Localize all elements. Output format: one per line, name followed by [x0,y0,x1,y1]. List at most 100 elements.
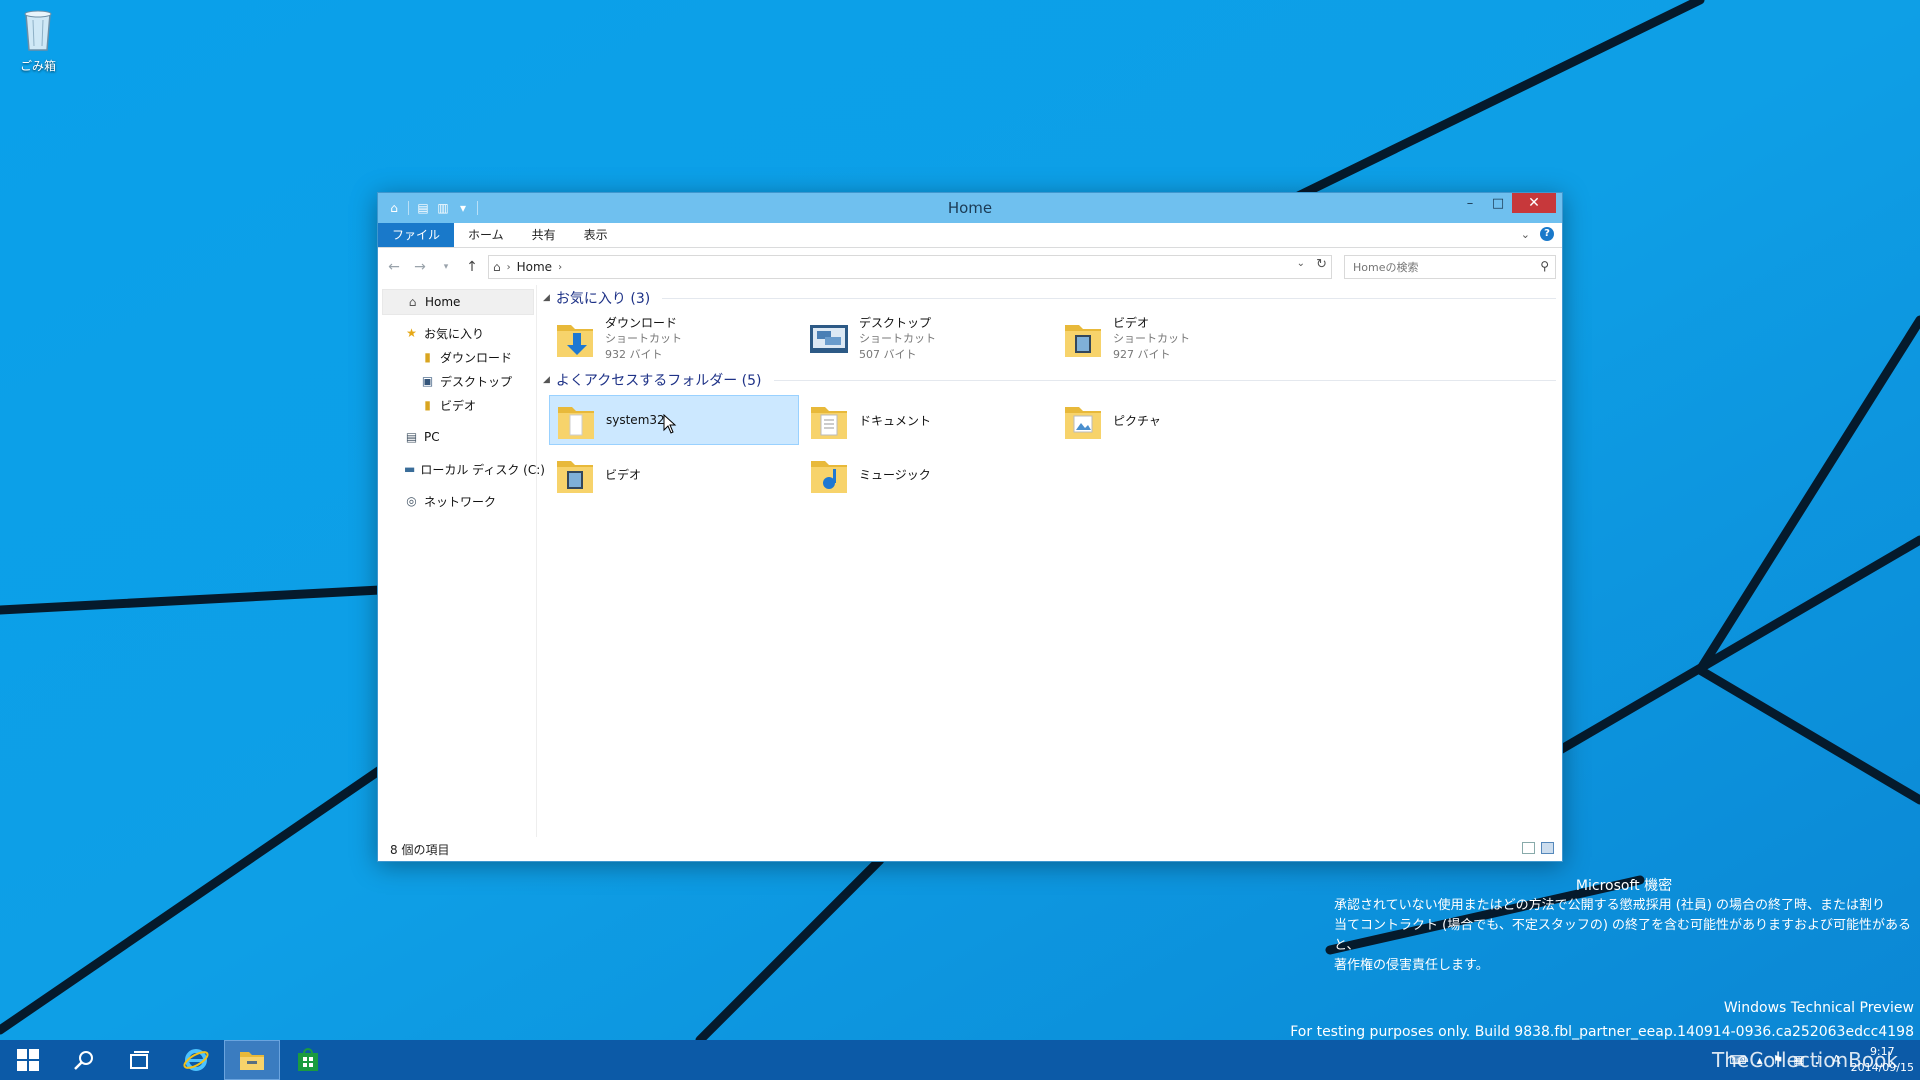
up-button[interactable]: ↑ [462,257,482,277]
tile-desktop[interactable]: デスクトップ ショートカット 507 バイト [803,313,1053,363]
quick-access-toolbar: ⌂ ▤ ▥ ▾ [378,193,480,223]
details-view-icon[interactable] [1522,842,1535,854]
minimize-button[interactable]: – [1456,193,1484,213]
properties-icon[interactable]: ▤ [415,200,431,216]
breadcrumb-chevron-icon[interactable]: › [507,262,511,273]
recycle-bin[interactable]: ごみ箱 [12,6,64,74]
forward-button[interactable]: → [410,257,430,277]
group-divider [662,297,1556,299]
view-toggles [1522,842,1554,854]
tile-name: ミュージック [859,467,931,482]
nav-item-pc[interactable]: ▤ PC [378,425,536,449]
tile-music[interactable]: ミュージック [803,449,1053,499]
search-input[interactable] [1351,259,1515,275]
tile-name: system32 [606,413,665,427]
window-title: Home [947,199,993,217]
help-icon[interactable]: ? [1540,227,1554,241]
refresh-icon[interactable]: ↻ [1316,257,1327,272]
windows-logo-icon [17,1049,39,1071]
qat-separator [477,201,478,215]
search-icon[interactable]: ⚲ [1540,259,1549,273]
content-pane: ◢ お気に入り (3) ダウンロード ショートカット 932 バイト デスクトッ… [543,285,1556,837]
watermark-logo: TheCollectionBook [1712,1048,1898,1072]
breadcrumb-chevron-icon[interactable]: › [558,262,562,273]
group-title: お気に入り (3) [555,291,651,307]
tile-size: 932 バイト [605,347,663,361]
location-home-icon: ⌂ [493,260,501,274]
star-icon: ★ [406,326,417,340]
nav-item-favorites[interactable]: ★ お気に入り [378,321,536,345]
tab-view[interactable]: 表示 [570,223,622,247]
confidential-title: Microsoft 機密 [1575,878,1673,894]
expand-ribbon-icon[interactable]: ⌄ [1521,228,1530,241]
search-button[interactable] [56,1040,112,1080]
large-icons-view-icon[interactable] [1541,842,1554,854]
item-count: 8 個の項目 [390,842,450,857]
tile-videos-favorite[interactable]: ビデオ ショートカット 927 バイト [1057,313,1307,363]
start-button[interactable] [0,1040,56,1080]
recent-locations-icon[interactable]: ▾ [436,257,456,277]
nav-item-downloads[interactable]: ▮ ダウンロード [378,345,536,369]
collapse-icon[interactable]: ◢ [543,293,550,303]
nav-item-network[interactable]: ◎ ネットワーク [378,489,536,513]
address-dropdown-icon[interactable]: ⌄ [1297,258,1305,269]
videos-folder-icon [1063,317,1103,359]
search-box[interactable]: ⚲ [1344,255,1556,279]
tile-name: ドキュメント [859,413,932,428]
group-favorites-header[interactable]: ◢ お気に入り (3) [543,287,1556,309]
nav-item-videos[interactable]: ▮ ビデオ [378,393,536,417]
title-bar[interactable]: ⌂ ▤ ▥ ▾ Home – □ ✕ [378,193,1562,223]
music-folder-icon [809,453,849,495]
downloads-folder-icon: ▮ [424,350,431,364]
close-button[interactable]: ✕ [1512,193,1556,213]
qat-dropdown-icon[interactable]: ▾ [455,200,471,216]
nav-item-label: ローカル ディスク (C:) [420,462,545,477]
tile-documents[interactable]: ドキュメント [803,395,1053,445]
tile-name: ダウンロード [605,315,678,330]
group-title: よくアクセスするフォルダー (5) [555,373,762,389]
home-icon[interactable]: ⌂ [386,200,402,216]
internet-explorer-icon [183,1049,209,1071]
file-explorer-button[interactable] [224,1040,280,1080]
desktop-icon: ▣ [421,374,434,388]
nav-item-home[interactable]: ⌂ Home [382,289,534,315]
nav-item-label: PC [424,430,440,444]
videos-folder-icon [555,453,595,495]
tile-pictures[interactable]: ピクチャ [1057,395,1307,445]
address-bar[interactable]: ⌂ › Home › ⌄ ↻ [488,255,1332,279]
tile-downloads[interactable]: ダウンロード ショートカット 932 バイト [549,313,799,363]
videos-folder-icon: ▮ [424,398,431,412]
tile-size: 927 バイト [1113,347,1171,361]
task-view-icon [130,1051,149,1069]
maximize-button[interactable]: □ [1484,193,1512,213]
tile-size: 507 バイト [859,347,917,361]
breadcrumb-home[interactable]: Home [517,260,552,274]
group-frequent-header[interactable]: ◢ よくアクセスするフォルダー (5) [543,369,1556,391]
task-view-button[interactable] [112,1040,168,1080]
window-body: ⌂ Home ★ お気に入り ▮ ダウンロード ▣ デスクトップ ▮ ビデオ ▤… [378,285,1562,861]
store-button[interactable] [280,1040,336,1080]
drive-icon: ▬ [404,462,416,476]
nav-item-label: お気に入り [424,326,485,341]
tile-name: デスクトップ [859,315,932,330]
nav-item-label: Home [425,295,461,309]
back-button[interactable]: ← [384,257,404,277]
build-watermark: Windows Technical Preview For testing pu… [1290,996,1914,1044]
tab-file[interactable]: ファイル [378,223,455,247]
tab-home[interactable]: ホーム [454,223,518,247]
ribbon-tabs: ファイル ホーム 共有 表示 ⌄ ? [378,223,1562,248]
nav-item-desktop[interactable]: ▣ デスクトップ [378,369,536,393]
group-divider [773,379,1556,381]
tile-type: ショートカット [1113,331,1190,345]
confidential-line: 当てコントラクト (場合でも、不定スタッフの) の終了を含む可能性がありますおよ… [1334,918,1912,953]
internet-explorer-button[interactable] [168,1040,224,1080]
collapse-icon[interactable]: ◢ [543,375,550,385]
navigation-pane: ⌂ Home ★ お気に入り ▮ ダウンロード ▣ デスクトップ ▮ ビデオ ▤… [378,285,545,837]
status-bar: 8 個の項目 [378,837,1562,861]
store-icon [298,1048,318,1071]
nav-item-local-disk[interactable]: ▬ ローカル ディスク (C:) [378,457,545,481]
new-folder-icon[interactable]: ▥ [435,200,451,216]
desktop-icon [809,317,849,359]
tile-videos[interactable]: ビデオ [549,449,799,499]
tab-share[interactable]: 共有 [518,223,570,247]
